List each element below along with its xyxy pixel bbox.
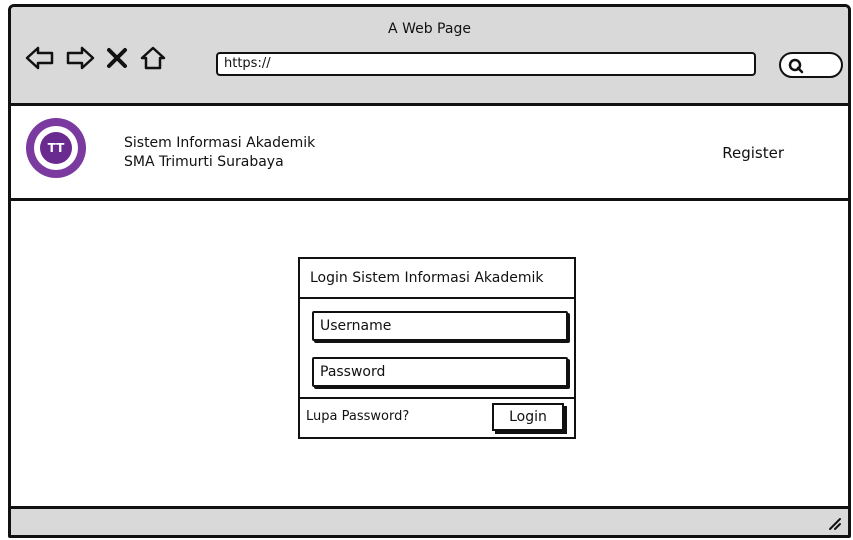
forward-icon[interactable]: [65, 45, 95, 71]
window-title: A Web Page: [388, 21, 471, 37]
site-header: TT Sistem Informasi Akademik SMA Trimurt…: [11, 106, 848, 201]
login-footer: Lupa Password? Login: [300, 397, 574, 437]
page-content: Login Sistem Informasi Akademik Username…: [11, 201, 848, 507]
browser-chrome: A Web Page https://: [11, 7, 848, 106]
resize-handle-icon[interactable]: [826, 515, 842, 531]
brand-line-1: Sistem Informasi Akademik: [124, 135, 316, 151]
login-panel: Login Sistem Informasi Akademik Username…: [298, 257, 576, 439]
register-link[interactable]: Register: [722, 144, 784, 162]
school-logo: TT: [26, 118, 86, 178]
back-icon[interactable]: [25, 45, 55, 71]
brand-line-2: SMA Trimurti Surabaya: [124, 154, 284, 170]
site-brand: Sistem Informasi Akademik SMA Trimurti S…: [124, 134, 315, 172]
home-icon[interactable]: [139, 45, 167, 71]
password-input[interactable]: Password: [312, 357, 568, 387]
close-icon[interactable]: [105, 45, 129, 71]
login-title: Login Sistem Informasi Akademik: [300, 259, 574, 299]
logo-emblem: TT: [40, 132, 72, 164]
nav-buttons: [25, 45, 167, 71]
forgot-password-link[interactable]: Lupa Password?: [306, 409, 409, 424]
search-button[interactable]: [779, 52, 843, 78]
address-bar[interactable]: https://: [216, 52, 756, 76]
status-bar: [11, 506, 848, 535]
browser-window: A Web Page https:// TT Sistem Informasi …: [8, 4, 851, 538]
login-button[interactable]: Login: [492, 403, 564, 431]
search-icon: [788, 58, 804, 74]
username-input[interactable]: Username: [312, 311, 568, 341]
